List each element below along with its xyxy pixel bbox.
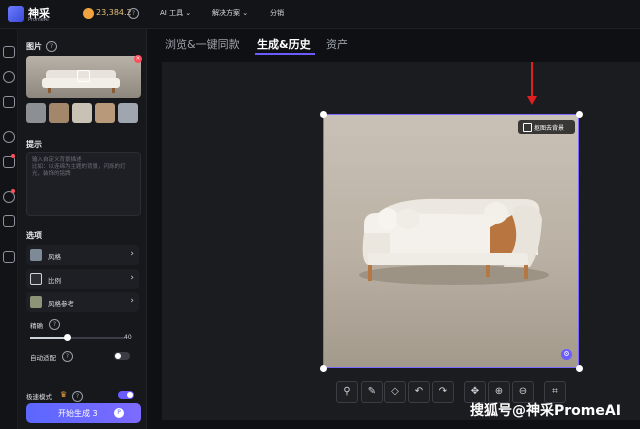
crown-icon: ♛ <box>60 390 68 399</box>
sofa-image <box>359 198 549 285</box>
precision-slider-handle[interactable] <box>64 334 71 341</box>
brand-subtitle: PromeAI <box>28 17 49 23</box>
team-icon[interactable] <box>3 215 15 227</box>
precision-slider-fill <box>30 337 68 339</box>
option-label: 风格 <box>48 253 61 261</box>
resize-handle[interactable] <box>320 365 327 372</box>
watermark: 搜狐号@神采PromeAI <box>470 403 621 419</box>
help-icon[interactable]: ? <box>46 41 57 52</box>
mode-toggle[interactable] <box>118 391 134 399</box>
generate-button[interactable]: 开始生成 3 P <box>26 403 141 423</box>
tab-generate-history[interactable]: 生成&历史 <box>257 36 311 52</box>
resize-handle[interactable] <box>576 111 583 118</box>
remove-background-label: 抠图去背景 <box>534 125 565 132</box>
eraser-icon[interactable]: ◇ <box>384 381 406 403</box>
resize-handle[interactable] <box>320 111 327 118</box>
ratio-icon <box>30 273 42 285</box>
help-icon[interactable]: ? <box>49 319 60 330</box>
coin-icon <box>83 8 94 19</box>
precision-label: 精确 <box>30 322 43 330</box>
options-label: 选项 <box>26 231 42 240</box>
style-icon <box>30 249 42 261</box>
option-ratio[interactable]: 比例 › <box>26 269 139 289</box>
thumbnail[interactable] <box>72 103 92 123</box>
active-tab-indicator <box>255 53 315 55</box>
ai-icon[interactable] <box>3 71 15 83</box>
compass-icon[interactable] <box>3 131 15 143</box>
chevron-right-icon: › <box>130 249 134 259</box>
thumbnail[interactable] <box>95 103 115 123</box>
annotation-arrow-head <box>527 96 537 105</box>
menu-solutions[interactable]: 解决方案 ⌄ <box>212 8 248 18</box>
replace-image-icon[interactable] <box>77 70 90 82</box>
image-label: 图片 <box>26 42 42 51</box>
settings-icon[interactable]: ⚙ <box>561 349 572 360</box>
prompt-placeholder: 输入自定义背景描述 比如：以连绵为主题的背景，闪烁的灯光，装饰的铭牌 <box>32 157 126 177</box>
auto-fit-toggle[interactable] <box>114 352 130 360</box>
option-style-reference[interactable]: 风格参考 › <box>26 292 139 312</box>
redo-icon[interactable]: ↷ <box>432 381 454 403</box>
crop-icon <box>523 123 532 132</box>
notification-dot <box>11 189 15 193</box>
coin-icon: P <box>114 408 124 418</box>
lightbulb-icon[interactable] <box>3 96 15 108</box>
generate-label: 开始生成 3 <box>58 409 98 418</box>
remove-background-button[interactable]: 抠图去背景 <box>518 120 575 134</box>
help-icon[interactable]: ? <box>72 391 83 402</box>
toggle-knob <box>127 392 133 398</box>
precision-value: 40 <box>124 334 132 341</box>
help-icon[interactable]: ? <box>128 8 139 19</box>
image-artboard[interactable] <box>323 114 579 368</box>
option-style[interactable]: 风格 › <box>26 245 139 265</box>
annotation-arrow <box>531 62 533 98</box>
thumbnail[interactable] <box>26 103 46 123</box>
menu-distribution[interactable]: 分销 <box>270 8 284 18</box>
tab-browse[interactable]: 浏览&一键同款 <box>165 36 240 52</box>
resize-handle[interactable] <box>576 365 583 372</box>
notification-dot <box>11 154 15 158</box>
magic-select-icon[interactable]: ⚲ <box>336 381 358 403</box>
prompt-label: 提示 <box>26 140 42 149</box>
undo-icon[interactable]: ↶ <box>408 381 430 403</box>
menu-ai-tools[interactable]: AI 工具 ⌄ <box>160 8 191 18</box>
style-reference-icon <box>30 296 42 308</box>
home-icon[interactable] <box>3 46 15 58</box>
chevron-right-icon: › <box>130 296 134 306</box>
logo-icon[interactable] <box>8 6 24 22</box>
thumbnail[interactable] <box>49 103 69 123</box>
auto-fit-label: 自动适配 <box>30 354 56 362</box>
thumbnail[interactable] <box>118 103 138 123</box>
tab-assets[interactable]: 资产 <box>326 36 348 52</box>
remove-image-icon[interactable]: × <box>134 55 142 63</box>
option-label: 风格参考 <box>48 300 74 308</box>
prompt-input[interactable]: 输入自定义背景描述 比如：以连绵为主题的背景，闪烁的灯光，装饰的铭牌 <box>26 152 141 216</box>
chevron-right-icon: › <box>130 273 134 283</box>
help-icon[interactable]: ? <box>62 351 73 362</box>
brush-icon[interactable]: ✎ <box>361 381 383 403</box>
option-label: 比例 <box>48 277 61 285</box>
credits-balance: 23,384.2 <box>96 8 132 17</box>
basket-icon[interactable] <box>3 251 15 263</box>
toggle-knob <box>115 353 121 359</box>
left-rail <box>0 29 18 429</box>
mode-label: 极速模式 <box>26 393 52 401</box>
